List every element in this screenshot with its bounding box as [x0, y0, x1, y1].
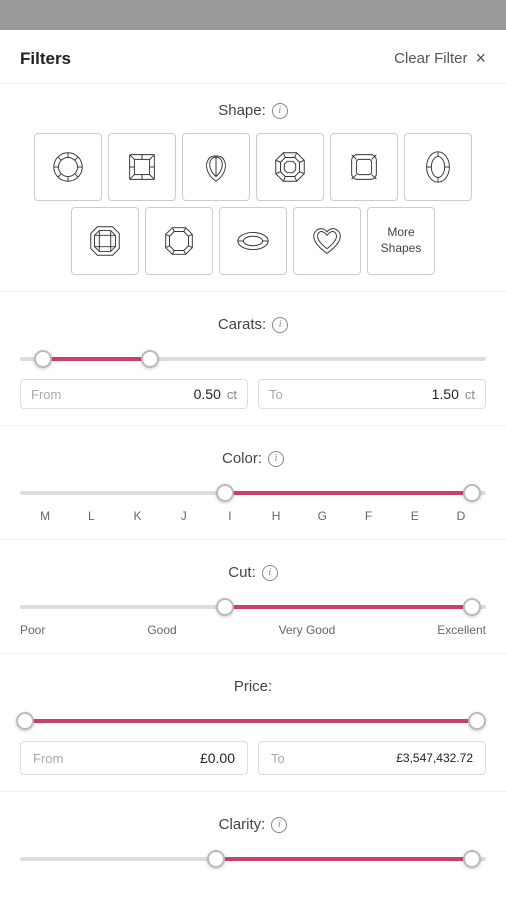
- clarity-info-icon[interactable]: i: [271, 817, 287, 833]
- panel-title: Filters: [20, 49, 71, 69]
- price-thumb-right[interactable]: [468, 712, 486, 730]
- color-grade-G: G: [299, 509, 345, 523]
- price-range-inputs: From £0.00 To £3,547,432.72: [20, 741, 486, 775]
- cut-excellent: Excellent: [437, 623, 486, 637]
- clarity-thumb-left[interactable]: [207, 850, 225, 868]
- color-fill: [225, 491, 472, 495]
- cut-info-icon[interactable]: i: [262, 565, 278, 581]
- cut-thumb-right[interactable]: [463, 598, 481, 616]
- filters-panel: Filters Clear Filter × Shape: i: [0, 30, 506, 900]
- price-slider[interactable]: [20, 709, 486, 733]
- color-grade-F: F: [345, 509, 391, 523]
- cut-label: Cut: i: [20, 564, 486, 581]
- cut-track: [20, 605, 486, 609]
- shape-section: Shape: i: [0, 84, 506, 285]
- shape-heart[interactable]: [293, 207, 361, 275]
- price-section: Price: From £0.00 To £3,547,432.72: [0, 660, 506, 785]
- shape-grid: More Shapes: [20, 133, 486, 275]
- header-right: Clear Filter ×: [394, 48, 486, 69]
- shape-asscher[interactable]: [256, 133, 324, 201]
- color-grade-J: J: [161, 509, 207, 523]
- color-thumb-right[interactable]: [463, 484, 481, 502]
- carats-label: Carats: i: [20, 316, 486, 333]
- carats-from-value: 0.50: [67, 386, 221, 402]
- clarity-track: [20, 857, 486, 861]
- price-from-value: £0.00: [69, 750, 235, 766]
- clarity-label: Clarity: i: [20, 816, 486, 833]
- color-grade-K: K: [114, 509, 160, 523]
- top-bar: [0, 0, 506, 30]
- color-grade-L: L: [68, 509, 114, 523]
- carats-range-inputs: From 0.50 ct To 1.50 ct: [20, 379, 486, 409]
- more-shapes-button[interactable]: More Shapes: [367, 207, 435, 275]
- shape-round[interactable]: [34, 133, 102, 201]
- shape-marquise[interactable]: [219, 207, 287, 275]
- carats-track: [20, 357, 486, 361]
- shape-pear[interactable]: [182, 133, 250, 201]
- cut-poor: Poor: [20, 623, 45, 637]
- price-to-group: To £3,547,432.72: [258, 741, 486, 775]
- price-label: Price:: [20, 678, 486, 695]
- price-thumb-left[interactable]: [16, 712, 34, 730]
- carats-fill: [43, 357, 150, 361]
- shape-cushion[interactable]: [330, 133, 398, 201]
- panel-header: Filters Clear Filter ×: [0, 30, 506, 84]
- clarity-thumb-right[interactable]: [463, 850, 481, 868]
- carats-to-label: To: [269, 387, 283, 402]
- carats-from-label: From: [31, 387, 61, 402]
- shape-emerald[interactable]: [71, 207, 139, 275]
- color-info-icon[interactable]: i: [268, 451, 284, 467]
- shape-info-icon[interactable]: i: [272, 103, 288, 119]
- carats-slider[interactable]: [20, 347, 486, 371]
- carats-thumb-left[interactable]: [34, 350, 52, 368]
- carats-to-value: 1.50: [289, 386, 459, 402]
- shape-princess[interactable]: [108, 133, 176, 201]
- carats-from-group: From 0.50 ct: [20, 379, 248, 409]
- color-grade-H: H: [253, 509, 299, 523]
- shape-label: Shape: i: [20, 102, 486, 119]
- cut-very-good: Very Good: [279, 623, 336, 637]
- color-label: Color: i: [20, 450, 486, 467]
- cut-slider[interactable]: [20, 595, 486, 619]
- carats-section: Carats: i From 0.50 ct To 1.50 ct: [0, 298, 506, 419]
- cut-section: Cut: i Poor Good Very Good Excellent: [0, 546, 506, 647]
- color-slider[interactable]: [20, 481, 486, 505]
- carats-thumb-right[interactable]: [141, 350, 159, 368]
- price-track: [20, 719, 486, 723]
- color-grade-E: E: [392, 509, 438, 523]
- clarity-fill: [216, 857, 472, 861]
- carats-to-unit: ct: [465, 387, 475, 402]
- color-grade-I: I: [207, 509, 253, 523]
- price-from-label: From: [33, 751, 63, 766]
- color-section: Color: i M L K J I H G F E D: [0, 432, 506, 533]
- price-from-group: From £0.00: [20, 741, 248, 775]
- shape-oval[interactable]: [404, 133, 472, 201]
- shape-radiant[interactable]: [145, 207, 213, 275]
- color-grade-M: M: [22, 509, 68, 523]
- clear-filter-button[interactable]: Clear Filter: [394, 50, 467, 67]
- price-to-label: To: [271, 751, 285, 766]
- color-thumb-left[interactable]: [216, 484, 234, 502]
- cut-fill: [225, 605, 472, 609]
- carats-from-unit: ct: [227, 387, 237, 402]
- color-grade-D: D: [438, 509, 484, 523]
- carats-to-group: To 1.50 ct: [258, 379, 486, 409]
- cut-grade-labels: Poor Good Very Good Excellent: [20, 623, 486, 637]
- cut-thumb-left[interactable]: [216, 598, 234, 616]
- price-to-value: £3,547,432.72: [291, 751, 473, 765]
- close-button[interactable]: ×: [475, 48, 486, 69]
- carats-info-icon[interactable]: i: [272, 317, 288, 333]
- clarity-section: Clarity: i: [0, 798, 506, 885]
- cut-good: Good: [147, 623, 176, 637]
- clarity-slider[interactable]: [20, 847, 486, 871]
- price-fill: [25, 719, 477, 723]
- color-track: [20, 491, 486, 495]
- color-grade-labels: M L K J I H G F E D: [20, 509, 486, 523]
